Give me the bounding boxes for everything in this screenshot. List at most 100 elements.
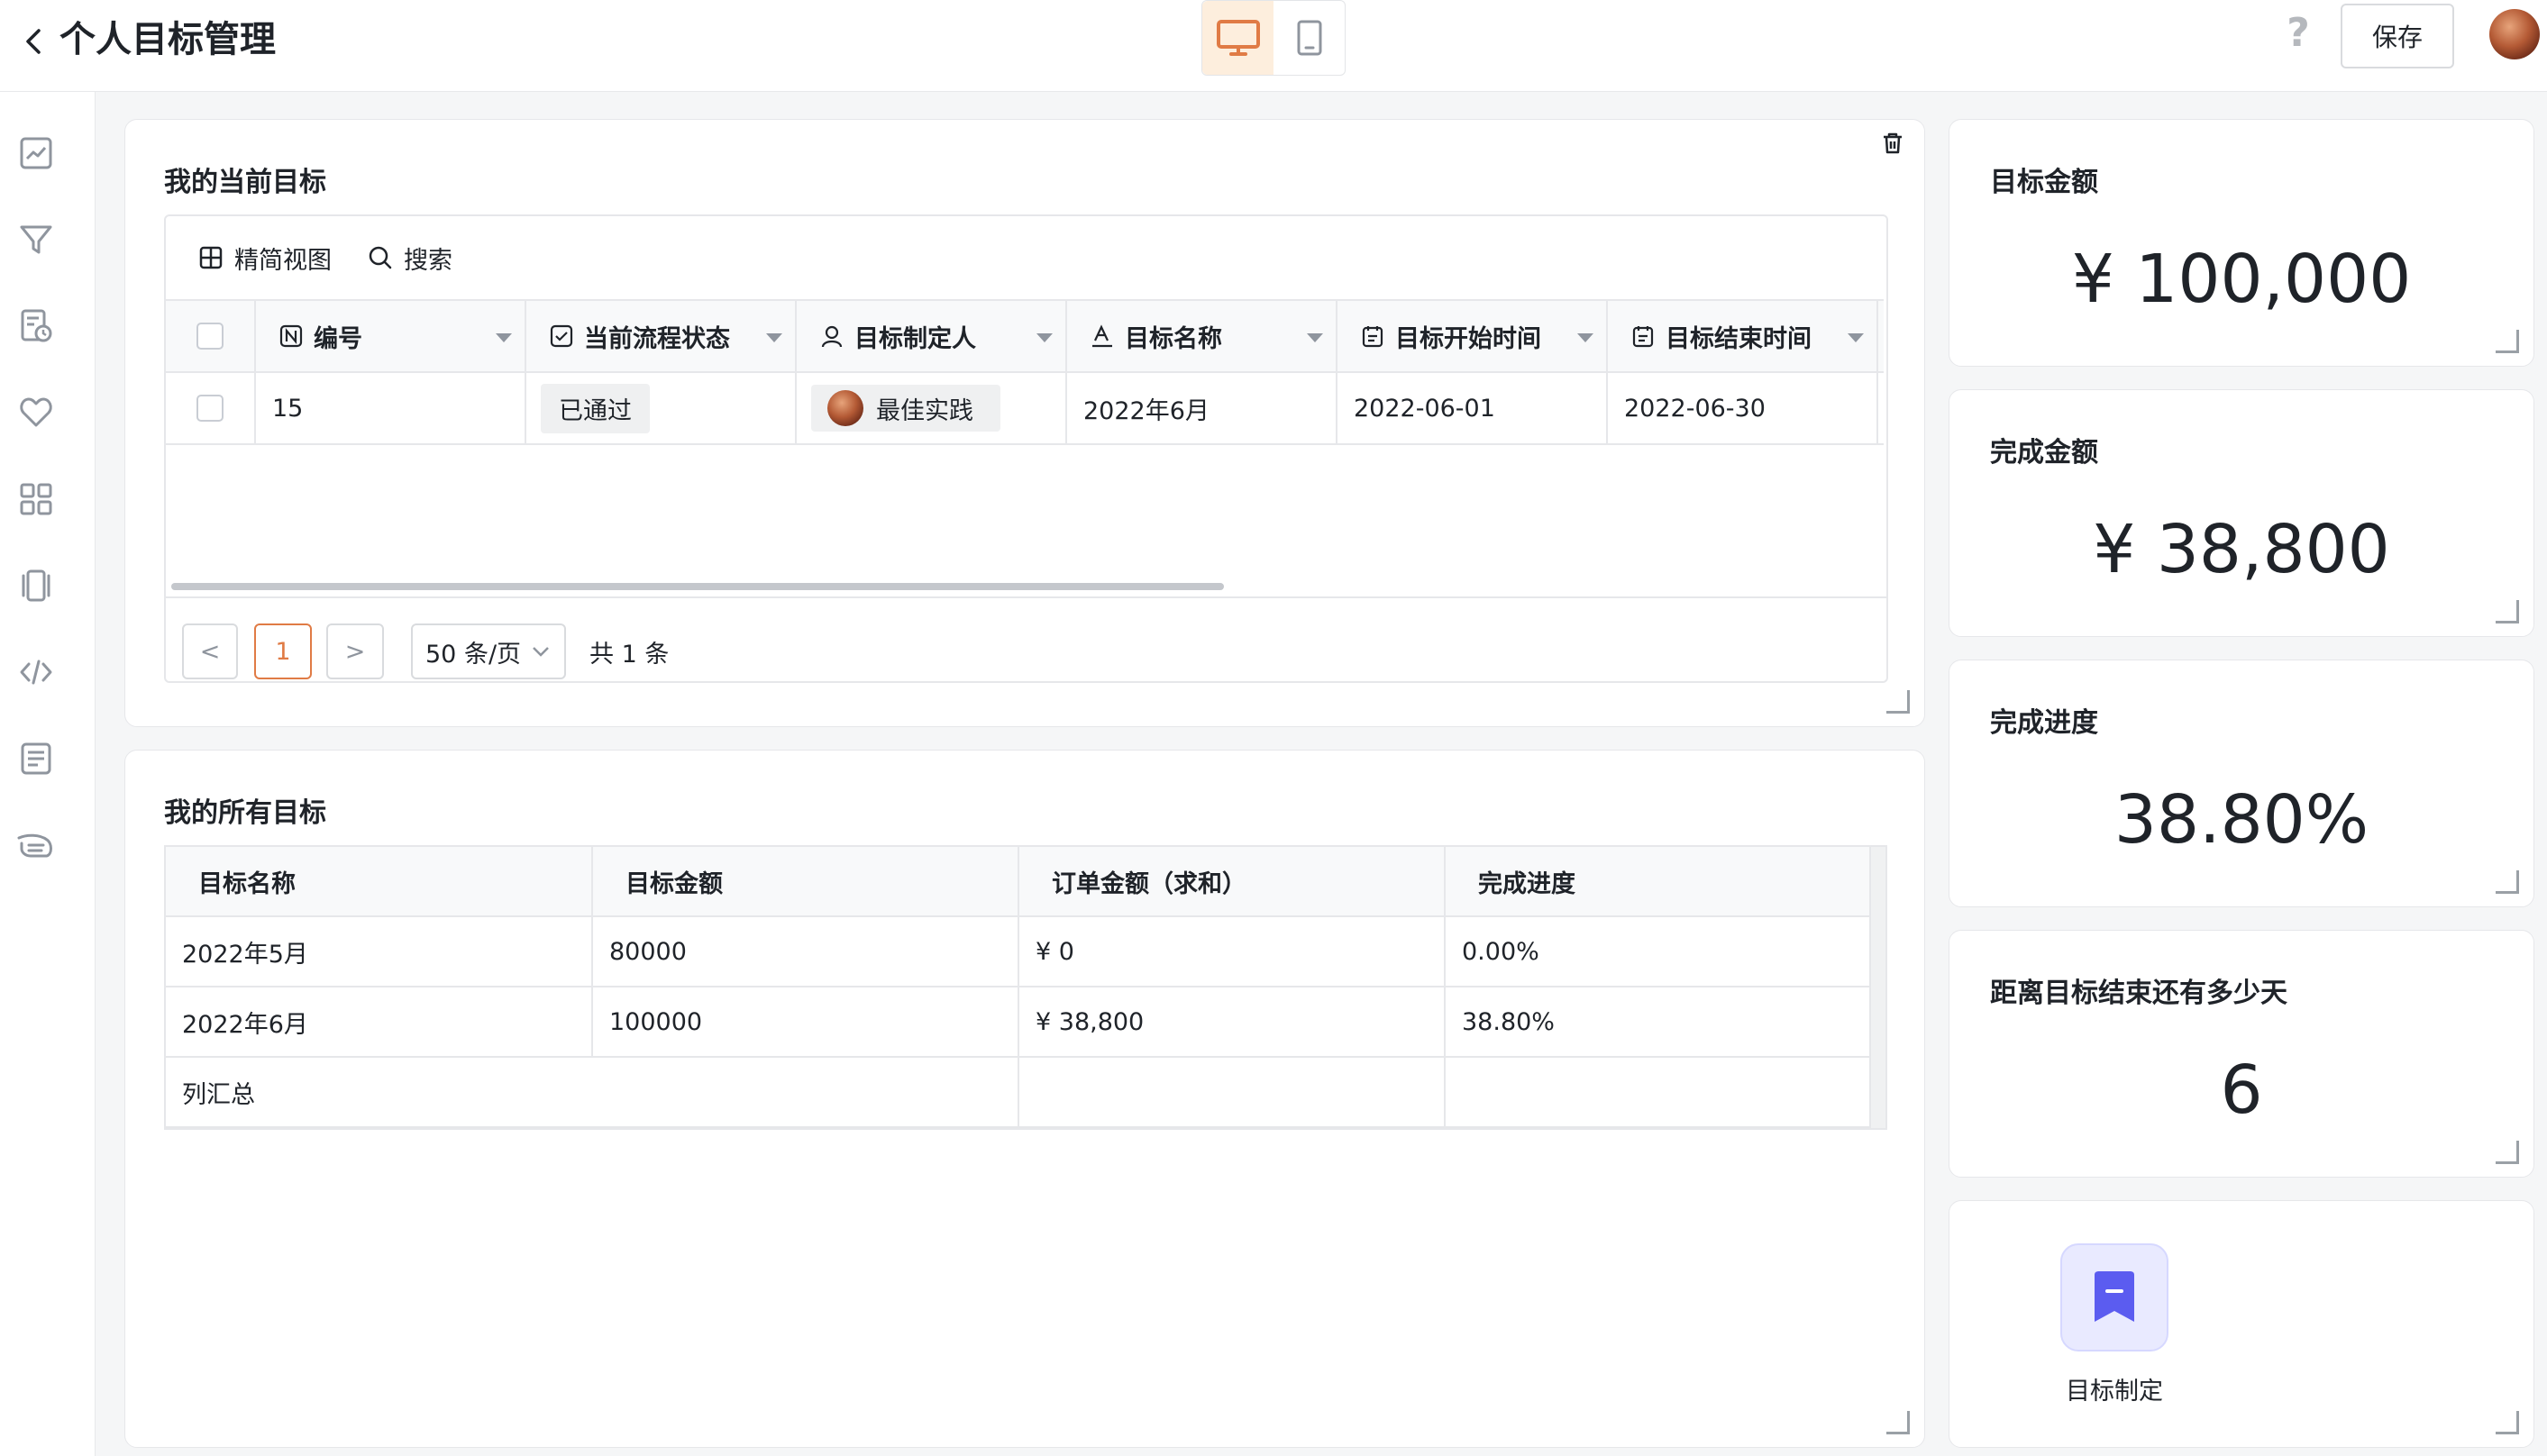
column-menu-icon[interactable]: [1848, 333, 1864, 342]
chevron-down-icon: [533, 647, 549, 657]
save-button[interactable]: 保存: [2341, 4, 2454, 68]
page-title: 个人目标管理: [59, 19, 276, 60]
column-label: 目标结束时间: [1666, 324, 1812, 353]
tablet-icon: [1297, 20, 1321, 56]
top-header: 个人目标管理 ? 保存: [0, 0, 2547, 92]
calendar-field-icon: [1362, 326, 1383, 348]
table-row[interactable]: 15 已通过 最佳实践 2022年6月 2022-06-01 2022-06-3…: [166, 373, 1884, 445]
select-all-checkbox[interactable]: [196, 323, 224, 350]
column-header-end[interactable]: 目标结束时间: [1608, 301, 1878, 371]
chart-icon[interactable]: [16, 133, 56, 173]
cell-goal-amount: 80000: [593, 917, 1019, 986]
column-header-owner[interactable]: 目标制定人: [797, 301, 1067, 371]
resize-handle[interactable]: [1886, 690, 1910, 714]
simple-view-button[interactable]: 精简视图: [198, 241, 332, 276]
column-menu-icon[interactable]: [1307, 333, 1323, 342]
kpi-value: 38.80%: [2113, 781, 2369, 859]
column-header-start[interactable]: 目标开始时间: [1337, 301, 1608, 371]
summary-cell: [1019, 1058, 1446, 1126]
delete-button[interactable]: [1862, 123, 1923, 164]
column-menu-icon[interactable]: [766, 333, 782, 342]
desktop-view-button[interactable]: [1202, 1, 1274, 75]
resize-handle[interactable]: [2496, 1141, 2519, 1164]
cell-status: 已通过: [526, 373, 797, 443]
table-header-row: 编号 当前流程状态 目标制定人 目标名称 目标开始时间 目标结束时间: [166, 299, 1884, 373]
filter-icon[interactable]: [16, 220, 56, 259]
prev-page-button[interactable]: <: [182, 623, 238, 679]
kpi-title: 目标金额: [1990, 167, 2098, 198]
current-goal-table: 精简视图 搜索 编号 当前流程状态 目标制定人 目标名称 目标开始时间 目标结束…: [164, 214, 1888, 683]
kpi-progress-card: 完成进度 38.80%: [1949, 660, 2534, 907]
resize-handle[interactable]: [1886, 1411, 1910, 1434]
select-all-cell: [166, 301, 256, 371]
trash-icon: [1884, 132, 1902, 154]
heart-icon[interactable]: [16, 393, 56, 432]
horizontal-scrollbar[interactable]: [171, 583, 1224, 590]
carousel-icon[interactable]: [16, 566, 56, 605]
column-header: 目标名称: [166, 847, 593, 915]
column-header-status[interactable]: 当前流程状态: [526, 301, 797, 371]
total-count: 共 1 条: [589, 641, 670, 669]
checkbox-field-icon: [550, 324, 573, 348]
table-toolbar: 精简视图 搜索: [166, 216, 1886, 299]
cell-progress: 0.00%: [1446, 917, 1871, 986]
resize-handle[interactable]: [2496, 600, 2519, 623]
owner-name: 最佳实践: [876, 396, 973, 425]
column-header-id[interactable]: 编号: [256, 301, 526, 371]
column-menu-icon[interactable]: [1036, 333, 1053, 342]
kpi-title: 完成进度: [1990, 707, 2098, 739]
column-header: 订单金额（求和）: [1019, 847, 1446, 915]
tablet-view-button[interactable]: [1274, 1, 1345, 75]
summary-cell: [1446, 1058, 1871, 1126]
launcher-card: [1949, 1200, 2534, 1448]
page-1-button[interactable]: 1: [254, 623, 312, 679]
summary-label: 列汇总: [166, 1058, 1019, 1126]
resize-handle[interactable]: [2496, 330, 2519, 353]
doc-clock-icon[interactable]: [16, 306, 56, 346]
text-field-icon: [1092, 324, 1112, 348]
all-goals-title: 我的所有目标: [164, 797, 326, 829]
simple-view-label: 精简视图: [234, 246, 332, 275]
back-button[interactable]: [13, 20, 56, 63]
cell-id: 15: [256, 373, 526, 443]
summary-row: 列汇总: [166, 1058, 1871, 1128]
cell-start: 2022-06-01: [1337, 373, 1608, 443]
current-goal-title: 我的当前目标: [164, 167, 326, 198]
launcher-label[interactable]: 目标制定: [2024, 1371, 2205, 1406]
next-page-button[interactable]: >: [326, 623, 384, 679]
bookmark-icon: [2095, 1271, 2134, 1322]
kpi-value: ¥ 100,000: [2071, 241, 2412, 318]
cell-order-amount: ¥ 0: [1019, 917, 1446, 986]
column-label: 目标制定人: [854, 324, 976, 353]
grid-icon[interactable]: [16, 479, 56, 519]
owner-avatar: [827, 390, 863, 426]
cell-goal-amount: 100000: [593, 987, 1019, 1056]
page-size-select[interactable]: 50 条/页: [411, 623, 566, 679]
document-icon[interactable]: [16, 739, 56, 778]
cell-owner: 最佳实践: [797, 373, 1067, 443]
page-size-value: 50 条/页: [425, 640, 522, 669]
row-checkbox[interactable]: [196, 395, 224, 422]
column-header-name[interactable]: 目标名称: [1067, 301, 1337, 371]
kpi-completed-amount-card: 完成金额 ¥ 38,800: [1949, 389, 2534, 637]
vertical-scrollbar-track: [1871, 847, 1885, 1128]
kpi-value: ¥ 38,800: [2093, 511, 2390, 588]
status-tag: 已通过: [541, 383, 650, 433]
pagination: < 1 > 50 条/页 共 1 条: [166, 596, 1886, 681]
user-avatar[interactable]: [2489, 9, 2540, 59]
hand-icon[interactable]: [16, 825, 56, 865]
column-label: 当前流程状态: [584, 324, 730, 353]
column-menu-icon[interactable]: [1577, 333, 1593, 342]
goal-setting-launcher[interactable]: [2060, 1243, 2168, 1351]
resize-handle[interactable]: [2496, 1411, 2519, 1434]
device-switcher: [1201, 0, 1346, 76]
resize-handle[interactable]: [2496, 870, 2519, 894]
cell-name: 2022年6月: [1067, 373, 1337, 443]
monitor-icon: [1216, 20, 1260, 56]
help-icon[interactable]: ?: [2280, 11, 2316, 56]
code-icon[interactable]: [16, 652, 56, 692]
chevron-left-icon: [26, 29, 41, 54]
column-label: 目标开始时间: [1395, 324, 1541, 353]
search-button[interactable]: 搜索: [368, 241, 452, 276]
column-menu-icon[interactable]: [496, 333, 512, 342]
